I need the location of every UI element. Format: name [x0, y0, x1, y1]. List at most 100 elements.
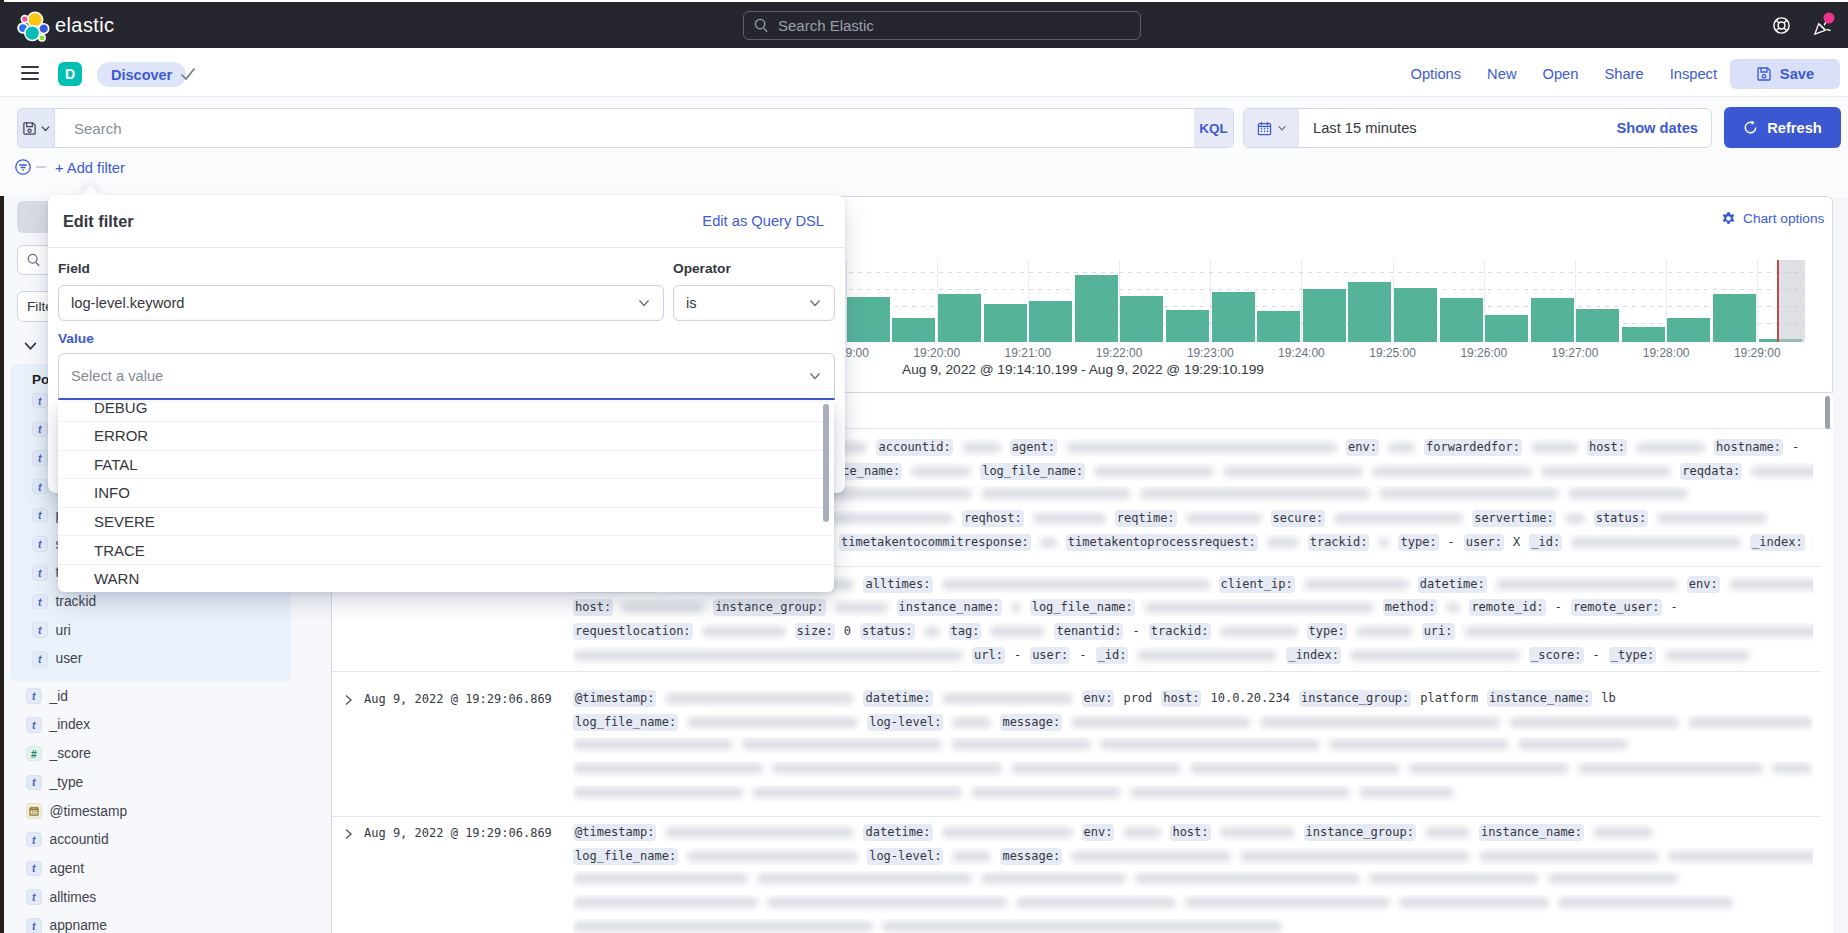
histogram-bar[interactable]	[1713, 294, 1756, 342]
filter-bar: + Add filter	[0, 152, 1848, 192]
sidebar-field-_id[interactable]: t_id	[4, 682, 332, 711]
redacted-value	[1356, 626, 1413, 637]
histogram-bar[interactable]	[1166, 310, 1209, 342]
nav-menu-new[interactable]: New	[1487, 66, 1516, 82]
field-value: 0	[844, 623, 851, 640]
sidebar-field-alltimes[interactable]: talltimes	[4, 883, 332, 912]
show-dates-button[interactable]: Show dates	[1616, 120, 1711, 136]
histogram-bar[interactable]	[1075, 275, 1118, 342]
sidebar-field-_score[interactable]: #_score	[4, 739, 332, 768]
expand-row-icon[interactable]	[341, 827, 357, 843]
global-search-placeholder: Search Elastic	[778, 17, 874, 34]
value-combobox[interactable]: Select a value	[58, 353, 835, 400]
histogram-bar[interactable]	[1485, 315, 1528, 342]
value-option-warn[interactable]: WARN	[58, 565, 834, 592]
sidebar-field-_index[interactable]: t_index	[4, 711, 332, 740]
add-filter-button[interactable]: + Add filter	[55, 160, 125, 176]
save-button[interactable]: Save	[1730, 59, 1840, 89]
histogram-bar[interactable]	[1440, 298, 1483, 342]
value-option-trace[interactable]: TRACE	[58, 536, 834, 565]
field-select[interactable]: log-level.keyword	[58, 285, 664, 321]
sidebar-field-_type[interactable]: t_type	[4, 768, 332, 797]
redacted-value	[1388, 442, 1415, 453]
nav-menu-open[interactable]: Open	[1543, 66, 1579, 82]
redacted-value	[1071, 717, 1251, 728]
redacted-value	[1657, 513, 1767, 524]
operator-select[interactable]: is	[673, 285, 835, 321]
histogram-bar[interactable]	[938, 294, 981, 342]
query-language-badge[interactable]: KQL	[1194, 109, 1233, 147]
field-key: type:	[1307, 623, 1347, 640]
edit-as-query-dsl-link[interactable]: Edit as Query DSL	[702, 213, 824, 229]
nav-menu-share[interactable]: Share	[1604, 66, 1643, 82]
value-label: Value	[58, 331, 94, 346]
value-option-info[interactable]: INFO	[58, 479, 834, 508]
field-value: -	[1132, 623, 1139, 640]
histogram-bar[interactable]	[1531, 298, 1574, 342]
value-option-debug[interactable]: DEBUG	[58, 402, 834, 422]
sidebar-field-accountid[interactable]: taccountid	[4, 825, 332, 854]
breadcrumb[interactable]: Discover	[97, 62, 186, 87]
sidebar-field-agent[interactable]: tagent	[4, 854, 332, 883]
sidebar-field-appname[interactable]: tappname	[4, 912, 332, 933]
nav-menu-inspect[interactable]: Inspect	[1670, 66, 1717, 82]
field-key: datetime:	[863, 824, 932, 841]
value-option-fatal[interactable]: FATAL	[58, 451, 834, 480]
sidebar-field-uri[interactable]: turi	[10, 616, 291, 645]
histogram-bar[interactable]	[1576, 309, 1619, 342]
menu-icon[interactable]	[21, 66, 39, 80]
table-scrollbar-thumb[interactable]	[1825, 396, 1830, 429]
chevron-down-icon[interactable]	[23, 339, 38, 352]
help-icon[interactable]	[1772, 16, 1791, 35]
query-search-input[interactable]: Search KQL	[54, 108, 1234, 148]
date-picker-quick-menu[interactable]	[1244, 109, 1299, 147]
space-badge[interactable]: D	[58, 62, 82, 86]
chart-options-label: Chart options	[1743, 211, 1824, 226]
expand-row-icon[interactable]	[341, 693, 357, 709]
redacted-value	[1130, 787, 1350, 798]
histogram-bar[interactable]	[1257, 311, 1300, 342]
string-field-icon: t	[32, 508, 48, 524]
refresh-button[interactable]: Refresh	[1724, 107, 1841, 148]
sidebar-field-user[interactable]: tuser	[10, 645, 291, 674]
sidebar-field-@timestamp[interactable]: @timestamp	[4, 797, 332, 826]
table-row[interactable]: Aug 9, 2022 @ 19:29:06.869@timestamp:dat…	[332, 817, 1821, 933]
field-key: instance_group:	[1299, 690, 1411, 707]
field-key: _id:	[1096, 647, 1129, 664]
field-key: @timestamp:	[573, 690, 656, 707]
redacted-value	[1378, 537, 1389, 548]
histogram-bar[interactable]	[1348, 282, 1391, 342]
histogram-bar[interactable]	[1029, 301, 1072, 342]
partial-bucket-overlay	[1779, 260, 1805, 342]
value-option-error[interactable]: ERROR	[58, 422, 834, 451]
field-key: log-level:	[867, 848, 943, 865]
histogram-bar[interactable]	[1303, 289, 1346, 342]
string-field-icon: t	[26, 918, 42, 933]
options-scrollbar-thumb[interactable]	[823, 404, 829, 522]
histogram-bar[interactable]	[1212, 292, 1255, 342]
table-row[interactable]: Aug 9, 2022 @ 19:29:06.869@timestamp:dat…	[332, 672, 1821, 817]
histogram-bar[interactable]	[1667, 318, 1710, 342]
redacted-value	[1518, 739, 1628, 750]
histogram-bar[interactable]	[1394, 288, 1437, 342]
global-search-input[interactable]: Search Elastic	[743, 11, 1141, 40]
string-field-icon: t	[26, 861, 42, 877]
nav-menu-options[interactable]: Options	[1410, 66, 1461, 82]
time-range-value[interactable]: Last 15 minutes	[1299, 120, 1616, 136]
filter-drag-hint	[36, 166, 46, 168]
filter-list-icon[interactable]	[15, 159, 31, 175]
histogram-bar[interactable]	[847, 297, 890, 342]
redacted-value	[665, 693, 854, 704]
x-axis-tick: 19:22:00	[1079, 346, 1159, 360]
histogram-bar[interactable]	[984, 304, 1027, 342]
histogram-bar[interactable]	[1120, 296, 1163, 342]
histogram-bar[interactable]	[1622, 327, 1665, 342]
value-option-severe[interactable]: SEVERE	[58, 508, 834, 537]
redacted-value	[1369, 873, 1539, 884]
saved-query-menu-button[interactable]	[17, 108, 54, 148]
string-field-icon: t	[26, 688, 42, 704]
histogram-bar[interactable]	[892, 318, 935, 342]
chart-options-button[interactable]: Chart options	[1721, 211, 1824, 226]
chevron-down-icon	[1277, 123, 1287, 133]
news-icon[interactable]	[1812, 16, 1831, 35]
